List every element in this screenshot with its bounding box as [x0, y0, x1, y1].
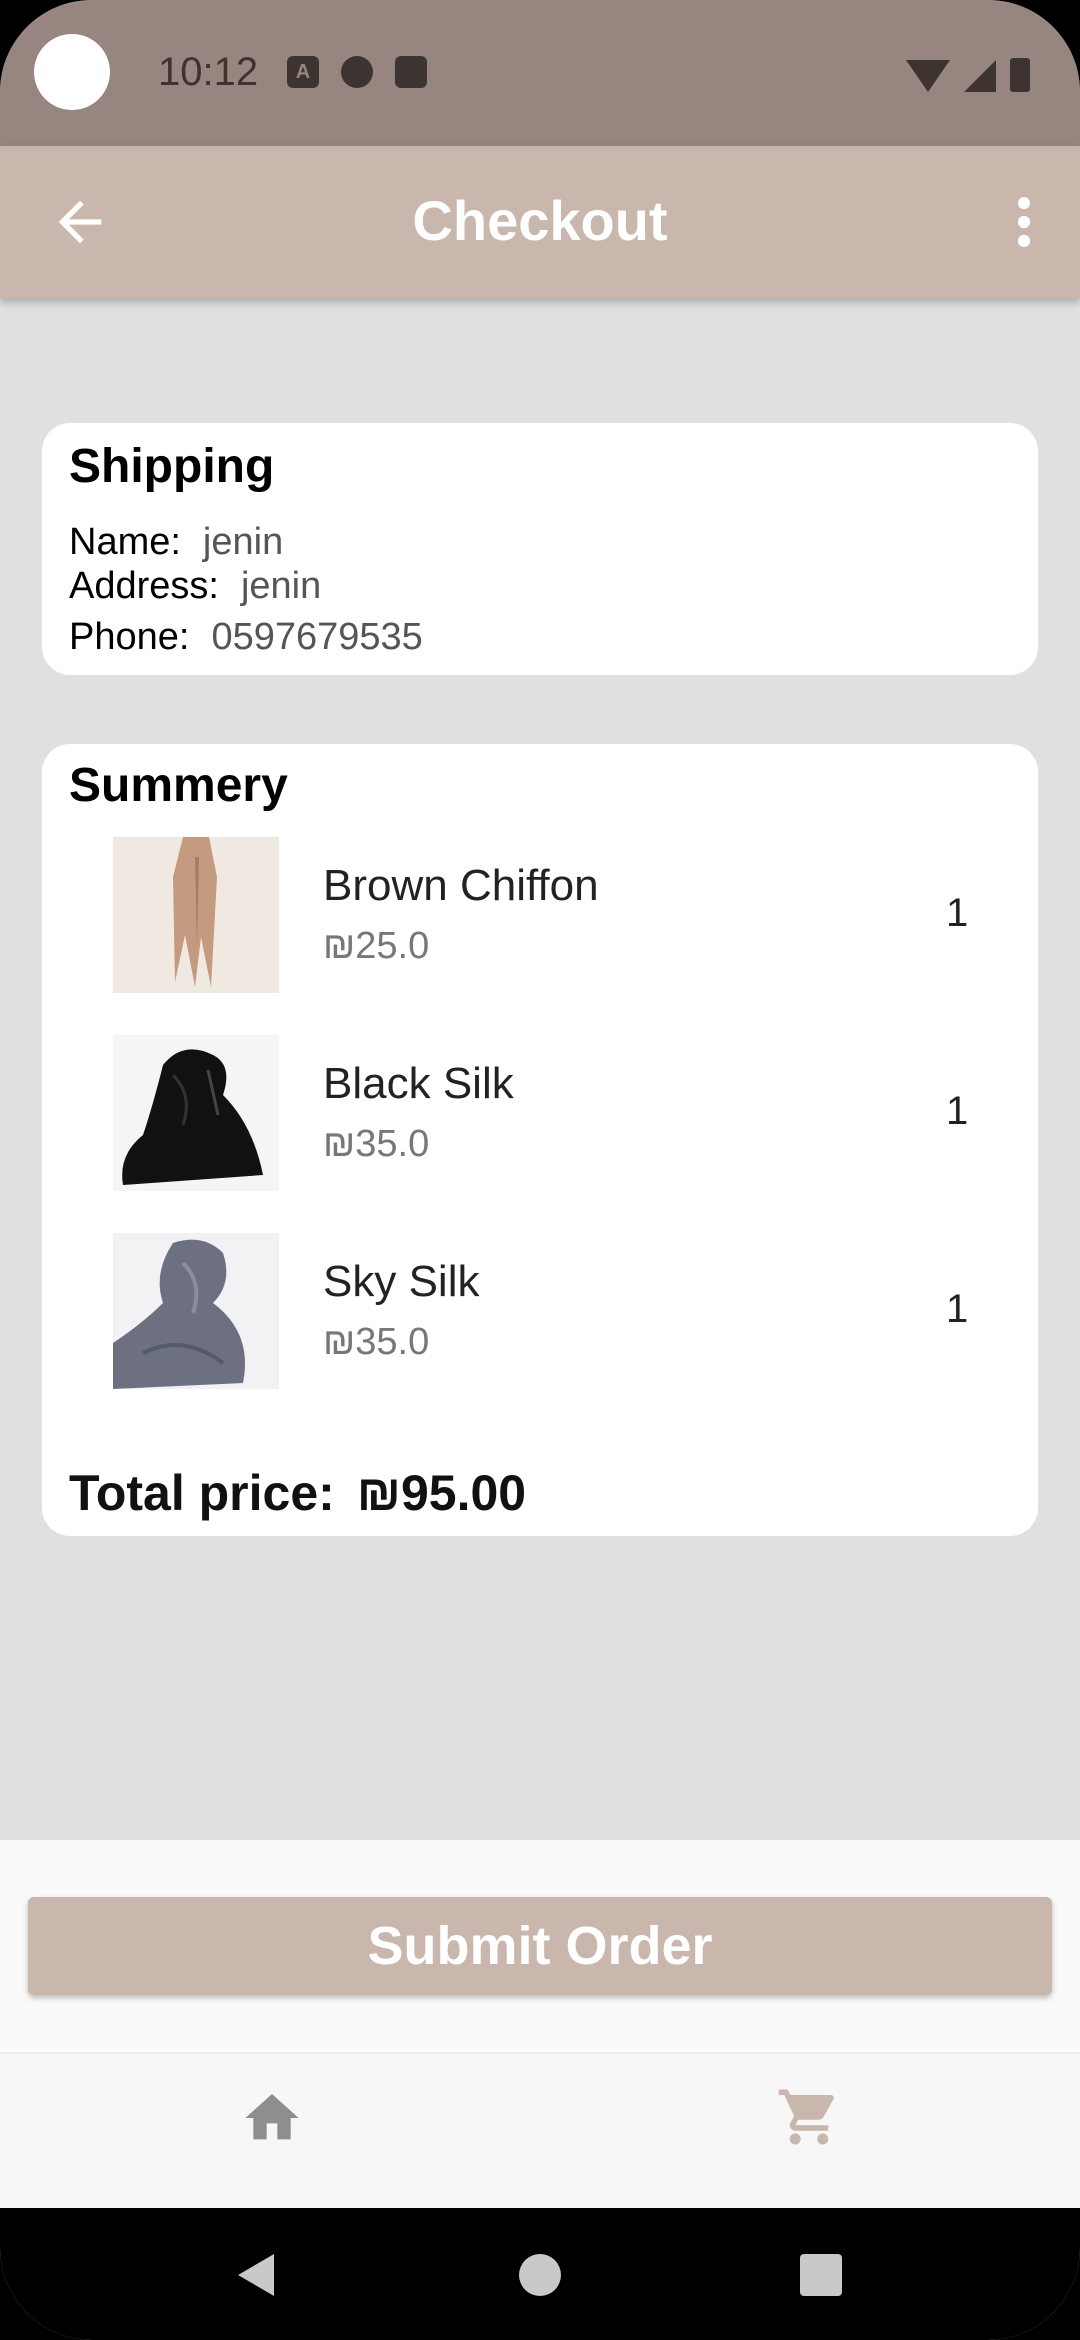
product-image-brown-chiffon [113, 837, 279, 993]
shipping-address-row: Address: jenin [69, 565, 321, 608]
product-image-black-silk [113, 1035, 279, 1191]
item-name: Sky Silk [323, 1257, 480, 1306]
signal-icon [964, 60, 996, 92]
shipping-phone-row: Phone: 0597679535 [69, 616, 423, 659]
shipping-name-row: Name: jenin [69, 521, 283, 564]
name-label: Name: [69, 521, 181, 563]
page-title: Checkout [412, 189, 668, 252]
list-item[interactable]: Sky Silk ₪35.0 1 [42, 1233, 1038, 1389]
submit-order-button[interactable]: Submit Order [28, 1897, 1052, 1995]
item-price: ₪35.0 [323, 1321, 430, 1363]
summary-title: Summery [69, 759, 288, 812]
item-name: Brown Chiffon [323, 861, 599, 910]
total-amount: ₪95.00 [356, 1465, 527, 1521]
item-quantity: 1 [946, 1287, 969, 1331]
system-nav-bar [0, 2208, 1080, 2340]
name-value: jenin [202, 521, 284, 563]
system-icons [906, 58, 1030, 92]
app-bar: Checkout [0, 146, 1080, 298]
phone-value: 0597679535 [211, 616, 423, 658]
cart-icon[interactable] [776, 2084, 842, 2150]
address-value: jenin [240, 565, 322, 607]
submit-area: Submit Order [0, 1840, 1080, 2052]
battery-icon [1010, 58, 1030, 92]
system-recents-icon[interactable] [800, 2254, 842, 2296]
list-item[interactable]: Brown Chiffon ₪25.0 1 [42, 837, 1038, 993]
total-label: Total price: [69, 1465, 335, 1521]
phone-label: Phone: [69, 616, 190, 658]
item-price: ₪25.0 [323, 925, 430, 967]
circle-app-icon [341, 56, 373, 88]
address-label: Address: [69, 565, 219, 607]
product-image-sky-silk [113, 1233, 279, 1389]
item-quantity: 1 [946, 1089, 969, 1133]
status-bar: 10:12 A [0, 0, 1080, 146]
font-icon: A [287, 56, 319, 88]
screen: 10:12 A Checkout Shipping Name: jenin Ad… [0, 0, 1080, 2340]
system-home-icon[interactable] [519, 2254, 561, 2296]
home-icon[interactable] [240, 2086, 304, 2150]
shipping-title: Shipping [69, 440, 275, 493]
system-back-icon[interactable] [236, 2252, 276, 2298]
bottom-nav [0, 2052, 1080, 2210]
total-row: Total price: ₪95.00 [69, 1464, 526, 1522]
list-item[interactable]: Black Silk ₪35.0 1 [42, 1035, 1038, 1191]
item-name: Black Silk [323, 1059, 514, 1108]
shipping-card: Shipping Name: jenin Address: jenin Phone:… [42, 423, 1038, 675]
wifi-icon [906, 60, 950, 92]
item-price: ₪35.0 [323, 1123, 430, 1165]
sd-card-icon [395, 56, 427, 88]
more-vert-icon[interactable] [1014, 196, 1034, 248]
status-time: 10:12 [158, 50, 259, 94]
notification-icons: A [287, 56, 427, 88]
item-quantity: 1 [946, 891, 969, 935]
camera-cutout [34, 34, 110, 110]
summary-card: Summery Brown Chiffon ₪25.0 1 Black Silk… [42, 744, 1038, 1536]
